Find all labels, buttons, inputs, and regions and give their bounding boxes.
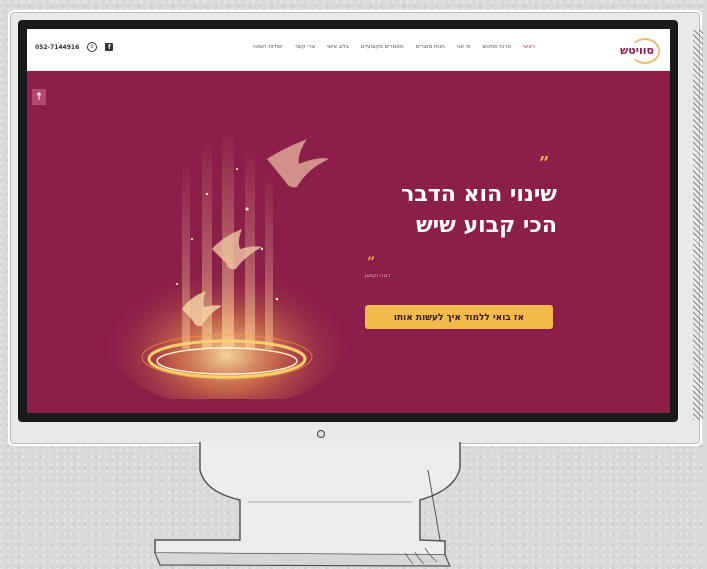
hero-headline-line2: הכי קבוע שיש	[415, 213, 557, 238]
facebook-icon[interactable]: f	[105, 43, 114, 51]
hero-illustration	[97, 129, 357, 399]
monitor-power-dot	[317, 430, 325, 438]
menu-item-blog[interactable]: בלוג אישי	[327, 44, 349, 50]
site-header: סוויטש ראשי מרכז סוויטש פי אני חנות מוצר…	[27, 29, 670, 71]
quote-mark-open: ”	[539, 153, 550, 174]
whatsapp-icon[interactable]: ✆	[87, 42, 98, 52]
main-menu: ראשי מרכז סוויטש פי אני חנות מוצרים מאמר…	[253, 44, 535, 50]
logo-text: סוויטש	[619, 43, 655, 57]
menu-item-contact[interactable]: צרי קשר	[295, 44, 315, 50]
monitor-side-hatching	[693, 30, 703, 420]
cta-button[interactable]: אז בואי ללמוד איך לעשות אותו	[365, 305, 553, 329]
menu-item-switch-center[interactable]: מרכז סוויטש	[482, 44, 511, 50]
menu-item-home[interactable]: ראשי	[523, 44, 535, 50]
header-contact: 052-7144916 ✆ f	[35, 42, 114, 52]
quote-author: דבורי וקסמן	[365, 273, 391, 279]
hero-headline: שינוי הוא הדבר הכי קבוע שיש	[357, 179, 557, 241]
quote-mark-close: ”	[367, 255, 376, 271]
menu-item-shop[interactable]: חנות מוצרים	[416, 44, 445, 50]
website-screen: סוויטש ראשי מרכז סוויטש פי אני חנות מוצר…	[27, 29, 670, 413]
phone-number[interactable]: 052-7144916	[35, 44, 79, 51]
menu-item-foundations[interactable]: יסודות השינוי	[253, 44, 283, 50]
hero-headline-line1: שינוי הוא הדבר	[401, 182, 557, 207]
accessibility-icon[interactable]: ☨	[32, 89, 46, 105]
menu-item-articles[interactable]: מאמרים מקצועיים	[361, 44, 404, 50]
site-logo[interactable]: סוויטש	[614, 38, 660, 64]
menu-item-about[interactable]: פי אני	[457, 44, 471, 50]
